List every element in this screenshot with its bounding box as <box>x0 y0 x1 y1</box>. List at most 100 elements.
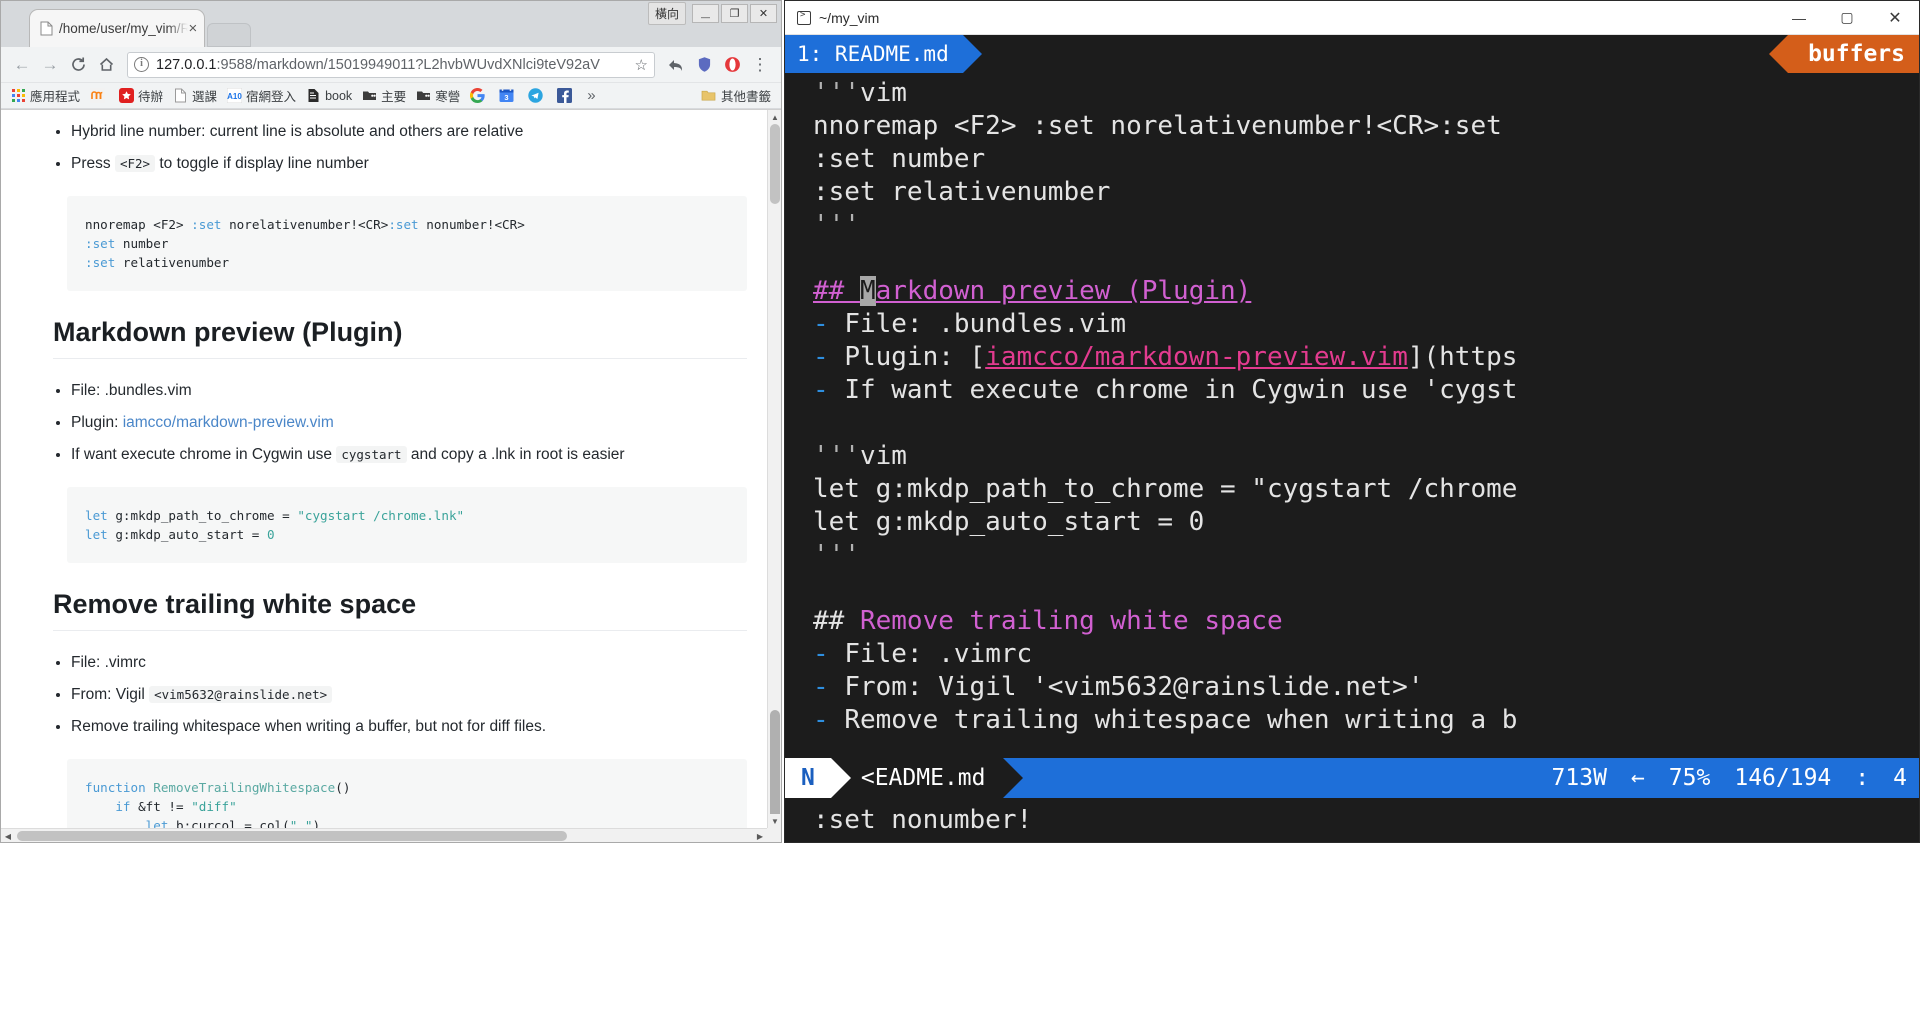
tab-title: /home/user/my_vim/README.md <box>59 21 188 36</box>
bookmark-star-icon[interactable]: ☆ <box>635 56 648 74</box>
vim-minimize-button[interactable]: — <box>1775 1 1823 34</box>
bookmark-book[interactable]: book <box>302 87 356 104</box>
horizontal-scrollbar[interactable]: ◀ ▶ <box>1 828 767 842</box>
vim-text-line: :set relativenumber <box>813 176 1919 209</box>
plugin-link[interactable]: iamcco/markdown-preview.vim <box>123 414 334 431</box>
telegram-icon <box>528 88 543 103</box>
vim-text-span: :set number <box>813 144 986 174</box>
vim-text-line: ## Markdown preview (Plugin) <box>813 275 1919 308</box>
cygwin-after: and copy a .lnk in root is easier <box>410 446 625 463</box>
list-item: File: .vimrc <box>71 649 747 676</box>
list-markdown-preview: File: .bundles.vim Plugin: iamcco/markdo… <box>71 377 747 468</box>
bookmark-camp-folder[interactable]: 寒營 <box>412 85 464 106</box>
vertical-scroll-thumb-secondary[interactable] <box>770 710 780 820</box>
bookmark-telegram[interactable] <box>524 87 551 104</box>
back-icon[interactable]: ← <box>9 52 35 78</box>
vim-terminal-window: ~/my_vim — ▢ ✕ 1: README.md buffers '''v… <box>784 0 1920 843</box>
home-icon[interactable] <box>93 52 119 78</box>
vim-maximize-button[interactable]: ▢ <box>1823 1 1871 34</box>
bookmark-apps[interactable]: 應用程式 <box>7 85 84 106</box>
bookmark-google[interactable] <box>466 87 493 104</box>
vim-text-span: File: .vimrc <box>844 639 1033 669</box>
bookmark-moodle[interactable] <box>86 87 113 104</box>
vertical-scroll-thumb[interactable] <box>770 124 780 204</box>
shield-icon[interactable] <box>691 52 717 78</box>
bookmark-label: 應用程式 <box>30 90 81 104</box>
bookmark-facebook[interactable] <box>553 87 580 104</box>
window-maximize-button[interactable] <box>721 4 748 23</box>
vim-text-span: File: .bundles.vim <box>844 309 1127 339</box>
bookmark-calendar[interactable]: 3 <box>495 87 522 104</box>
window-close-button[interactable] <box>750 4 777 23</box>
bookmark-todo[interactable]: 待辦 <box>115 85 167 106</box>
code-keyword: :set <box>191 217 222 232</box>
vim-close-button[interactable]: ✕ <box>1871 1 1919 34</box>
back-arrow-extension-icon[interactable] <box>663 52 689 78</box>
horizontal-scroll-thumb[interactable] <box>17 831 567 841</box>
vim-text-line: '''vim <box>813 440 1919 473</box>
list-item-text: Hybrid line number: current line is abso… <box>71 123 524 140</box>
address-bar[interactable]: i 127.0.0.1:9588/markdown/15019949011?L2… <box>127 51 655 78</box>
code-text: norelativenumber!<CR> <box>221 217 389 232</box>
code-string: "diff" <box>191 799 237 814</box>
forward-icon[interactable]: → <box>37 52 63 78</box>
address-bar-url: 127.0.0.1:9588/markdown/15019949011?L2hv… <box>156 57 631 73</box>
vim-tabline: 1: README.md buffers <box>785 35 1919 73</box>
browser-menu-icon[interactable]: ⋮ <box>747 52 773 78</box>
vim-command-line[interactable]: :set nonumber! <box>785 798 1919 842</box>
vim-text-line <box>813 572 1919 605</box>
window-minimize-button[interactable] <box>692 4 719 23</box>
vim-text-span: Plugin: [ <box>844 342 986 372</box>
vim-status-filename: <EADME.md <box>830 758 1024 798</box>
other-bookmarks-button[interactable]: 其他書籤 <box>697 85 775 106</box>
vim-text-span: :set relativenumber <box>813 177 1111 207</box>
new-tab-button[interactable] <box>207 23 251 47</box>
a10-icon: A10 <box>226 87 242 104</box>
site-info-icon[interactable]: i <box>134 57 149 72</box>
svg-text:3: 3 <box>505 93 509 102</box>
vertical-scrollbar[interactable]: ▲ ▼ <box>767 110 781 828</box>
vim-text-line: ''' <box>813 539 1919 572</box>
vim-text-span: - <box>813 309 845 339</box>
window-caption-label: 橫向 <box>647 2 686 25</box>
code-block-function: function RemoveTrailingWhitespace() if &… <box>67 759 747 828</box>
scroll-left-icon[interactable]: ◀ <box>1 829 15 842</box>
bookmarks-overflow-icon[interactable]: » <box>582 87 600 104</box>
code-text: g:mkdp_auto_start = <box>107 527 267 542</box>
list-item-text: Remove trailing whitespace when writing … <box>71 718 547 735</box>
google-icon <box>470 87 485 104</box>
moodle-icon <box>90 88 106 103</box>
list-item-text: File: .bundles.vim <box>71 382 192 399</box>
apps-grid-icon <box>11 88 26 103</box>
bookmark-label: 宿網登入 <box>246 90 297 104</box>
page-icon <box>40 21 53 36</box>
tab-close-icon[interactable]: × <box>188 21 198 36</box>
code-text: () <box>335 780 351 795</box>
plugin-prefix: Plugin: <box>71 414 123 431</box>
bookmark-dormnet[interactable]: A10 宿網登入 <box>223 85 300 106</box>
vim-text-span: Remove trailing white space <box>859 606 1283 636</box>
code-number: 0 <box>266 527 275 542</box>
reload-icon[interactable] <box>65 52 91 78</box>
code-function-name: RemoveTrailingWhitespace <box>145 780 336 795</box>
vim-text-line: nnoremap <F2> :set norelativenumber!<CR>… <box>813 110 1919 143</box>
scroll-right-icon[interactable]: ▶ <box>753 829 767 842</box>
press-after: to toggle if display line number <box>159 155 369 172</box>
vim-text-area[interactable]: '''vim nnoremap <F2> :set norelativenumbe… <box>785 73 1919 758</box>
folder-icon <box>701 88 716 103</box>
vim-text-span: vim <box>859 78 907 108</box>
opera-icon[interactable] <box>719 52 745 78</box>
code-text: number <box>115 236 169 251</box>
vim-buffer-tab[interactable]: 1: README.md <box>785 35 982 73</box>
code-block-line-numbers: nnoremap <F2> :set norelativenumber!<CR>… <box>67 196 747 291</box>
vim-text-span: ''' <box>813 210 860 240</box>
scroll-down-icon[interactable]: ▼ <box>768 814 781 828</box>
scroll-up-icon[interactable]: ▲ <box>768 110 781 124</box>
bookmark-label: 主要 <box>381 90 407 104</box>
bookmark-course[interactable]: 選課 <box>169 85 221 106</box>
bookmark-main-folder[interactable]: 主要 <box>358 85 410 106</box>
browser-tab[interactable]: /home/user/my_vim/README.md × <box>29 9 205 47</box>
vim-text-span: M <box>859 276 876 306</box>
